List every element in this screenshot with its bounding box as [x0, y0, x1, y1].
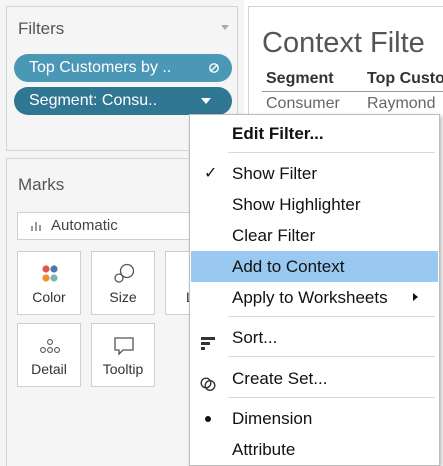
detail-label: Detail [31, 361, 67, 377]
size-label: Size [109, 289, 137, 305]
menu-item-attribute[interactable]: Attribute [191, 434, 438, 465]
menu-item-apply-to-worksheets[interactable]: Apply to Worksheets [191, 282, 438, 313]
menu-item-sort[interactable]: Sort... [191, 322, 438, 353]
menu-item-create-set[interactable]: Create Set... [191, 363, 438, 394]
menu-item-show-filter[interactable]: ✓ Show Filter [191, 158, 438, 189]
menu-item-label: Sort... [232, 328, 278, 347]
filters-menu-caret-icon[interactable] [221, 25, 229, 30]
menu-item-label: Apply to Worksheets [232, 288, 388, 307]
sheet-title: Context Filte [262, 27, 425, 59]
chevron-down-icon[interactable] [201, 98, 211, 104]
selected-bullet-icon [205, 416, 211, 422]
mark-type-value: Automatic [51, 217, 118, 234]
tooltip-icon [92, 334, 154, 358]
menu-item-edit-filter[interactable]: Edit Filter... [191, 118, 438, 149]
bar-chart-icon [31, 222, 41, 231]
color-icon [18, 262, 80, 286]
menu-item-label: Show Filter [232, 164, 318, 183]
menu-item-clear-filter[interactable]: Clear Filter [191, 220, 438, 251]
size-button[interactable]: Size [91, 251, 155, 315]
submenu-arrow-icon [413, 293, 418, 301]
menu-item-label: Create Set... [232, 369, 328, 388]
filter-context-menu: Edit Filter... ✓ Show Filter Show Highli… [189, 114, 440, 466]
size-icon [92, 262, 154, 286]
filter-pill-top-customers[interactable]: Top Customers by .. [14, 54, 232, 82]
menu-item-label: Add to Context [232, 257, 345, 276]
table-cell-top-customer[interactable]: Raymond [367, 95, 435, 113]
header-divider [262, 91, 443, 92]
menu-item-show-highlighter[interactable]: Show Highlighter [191, 189, 438, 220]
column-header-segment[interactable]: Segment [266, 70, 334, 88]
menu-item-label: Show Highlighter [232, 195, 361, 214]
menu-separator [228, 356, 435, 357]
sort-icon [200, 330, 216, 350]
menu-item-label: Dimension [232, 409, 313, 428]
filter-pill-segment[interactable]: Segment: Consu.. [14, 87, 232, 115]
tooltip-button[interactable]: Tooltip [91, 323, 155, 387]
filters-title: Filters [18, 19, 65, 38]
menu-separator [228, 397, 435, 398]
checkmark-icon: ✓ [204, 165, 218, 182]
detail-button[interactable]: Detail [17, 323, 81, 387]
filter-pill-label: Top Customers by .. [29, 59, 172, 76]
column-header-top-customers[interactable]: Top Custo [367, 70, 443, 88]
create-set-icon [200, 371, 216, 392]
filter-pill-label: Segment: Consu.. [29, 92, 158, 109]
detail-icon [18, 334, 80, 358]
tooltip-label: Tooltip [102, 361, 144, 377]
table-cell-segment[interactable]: Consumer [266, 95, 340, 113]
menu-item-label: Clear Filter [232, 226, 316, 245]
marks-title: Marks [18, 175, 65, 194]
menu-item-dimension[interactable]: Dimension [191, 403, 438, 434]
color-label: Color [32, 289, 66, 305]
menu-item-add-to-context[interactable]: Add to Context [191, 251, 438, 282]
menu-separator [228, 152, 435, 153]
menu-item-label: Attribute [232, 440, 296, 459]
color-button[interactable]: Color [17, 251, 81, 315]
menu-separator [228, 316, 435, 317]
menu-item-label: Edit Filter... [232, 124, 324, 143]
